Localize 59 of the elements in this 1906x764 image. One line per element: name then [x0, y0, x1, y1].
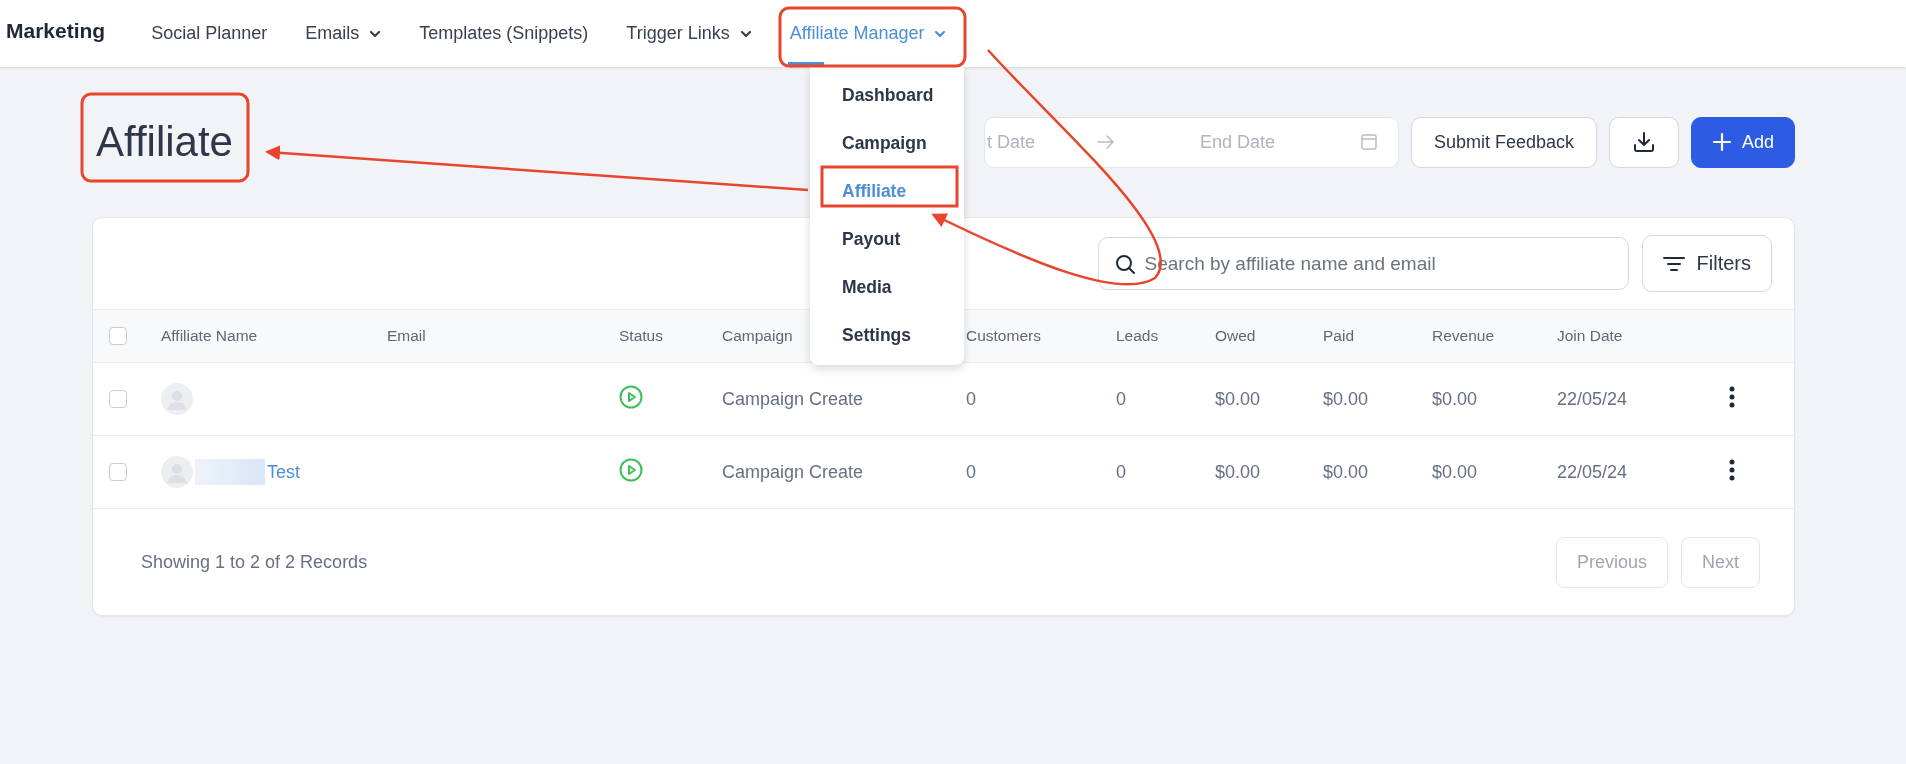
nav-tab[interactable]: Trigger Links	[626, 0, 752, 67]
column-header: Join Date	[1557, 327, 1623, 344]
table-cell: 22/05/24	[1557, 461, 1628, 482]
column-header: Owed	[1215, 327, 1256, 344]
table-cell: 0	[1116, 388, 1126, 409]
table-cell: $0.00	[1323, 388, 1369, 409]
menu-item[interactable]: Campaign	[810, 119, 964, 167]
nav-tab[interactable]: Emails	[305, 0, 382, 67]
column-header: Campaign	[722, 327, 793, 344]
download-button[interactable]	[1608, 116, 1679, 168]
column-header: Leads	[1116, 327, 1159, 344]
table-cell: 0	[966, 388, 976, 409]
table-cell: $0.00	[1215, 388, 1261, 409]
records-summary: Showing 1 to 2 of 2 Records	[141, 551, 368, 573]
column-header: Affiliate Name	[161, 327, 258, 344]
table-cell: Campaign Create	[722, 388, 864, 409]
column-header: Status	[619, 327, 663, 344]
more-menu-icon	[1729, 458, 1735, 481]
row-checkbox[interactable]	[109, 390, 127, 408]
table-cell: $0.00	[1432, 461, 1478, 482]
select-all-checkbox[interactable]	[109, 327, 127, 345]
row-checkbox[interactable]	[109, 463, 127, 481]
table-cell: 22/05/24	[1557, 388, 1628, 409]
menu-item[interactable]: Payout	[810, 215, 964, 263]
table-cell: $0.00	[1323, 461, 1369, 482]
filters-button[interactable]: Filters	[1641, 235, 1772, 292]
column-header: Customers	[966, 327, 1041, 344]
more-menu-icon	[1729, 385, 1735, 408]
table-cell: $0.00	[1432, 388, 1478, 409]
avatar-icon	[161, 456, 193, 488]
table-cell: 0	[1116, 461, 1126, 482]
feedback-button[interactable]: Submit Feedback	[1410, 116, 1597, 168]
app-title: Marketing	[6, 19, 106, 43]
end-date-input[interactable]: End Date	[1199, 131, 1300, 153]
menu-item[interactable]: Settings	[810, 311, 964, 359]
table-cell: $0.00	[1215, 461, 1261, 482]
menu-item[interactable]: Dashboard	[810, 71, 964, 119]
table-cell: 0	[966, 461, 976, 482]
start-date-input[interactable]: t Date	[986, 131, 1057, 153]
avatar-icon	[161, 383, 193, 415]
nav-tab[interactable]: Templates (Snippets)	[419, 0, 589, 67]
column-header: Revenue	[1432, 327, 1495, 344]
filter-icon	[1662, 255, 1685, 272]
column-header: Paid	[1323, 327, 1355, 344]
play-circle-icon	[619, 457, 643, 482]
date-range-field[interactable]: t Date End Date	[983, 116, 1399, 168]
play-circle-icon	[619, 384, 643, 409]
nav-tab[interactable]: Social Planner	[151, 0, 268, 67]
download-icon	[1631, 130, 1656, 154]
plus-icon	[1711, 132, 1732, 152]
redaction-mark	[195, 459, 265, 485]
column-header: Email	[387, 327, 426, 344]
menu-item[interactable]: Media	[810, 263, 964, 311]
search-icon	[1113, 253, 1136, 275]
add-button[interactable]: Add	[1690, 116, 1795, 168]
page-title: Affiliate	[95, 118, 233, 166]
calendar-icon	[1359, 133, 1378, 151]
table-cell: Campaign Create	[722, 461, 864, 482]
arrow-right-icon	[1096, 135, 1115, 149]
